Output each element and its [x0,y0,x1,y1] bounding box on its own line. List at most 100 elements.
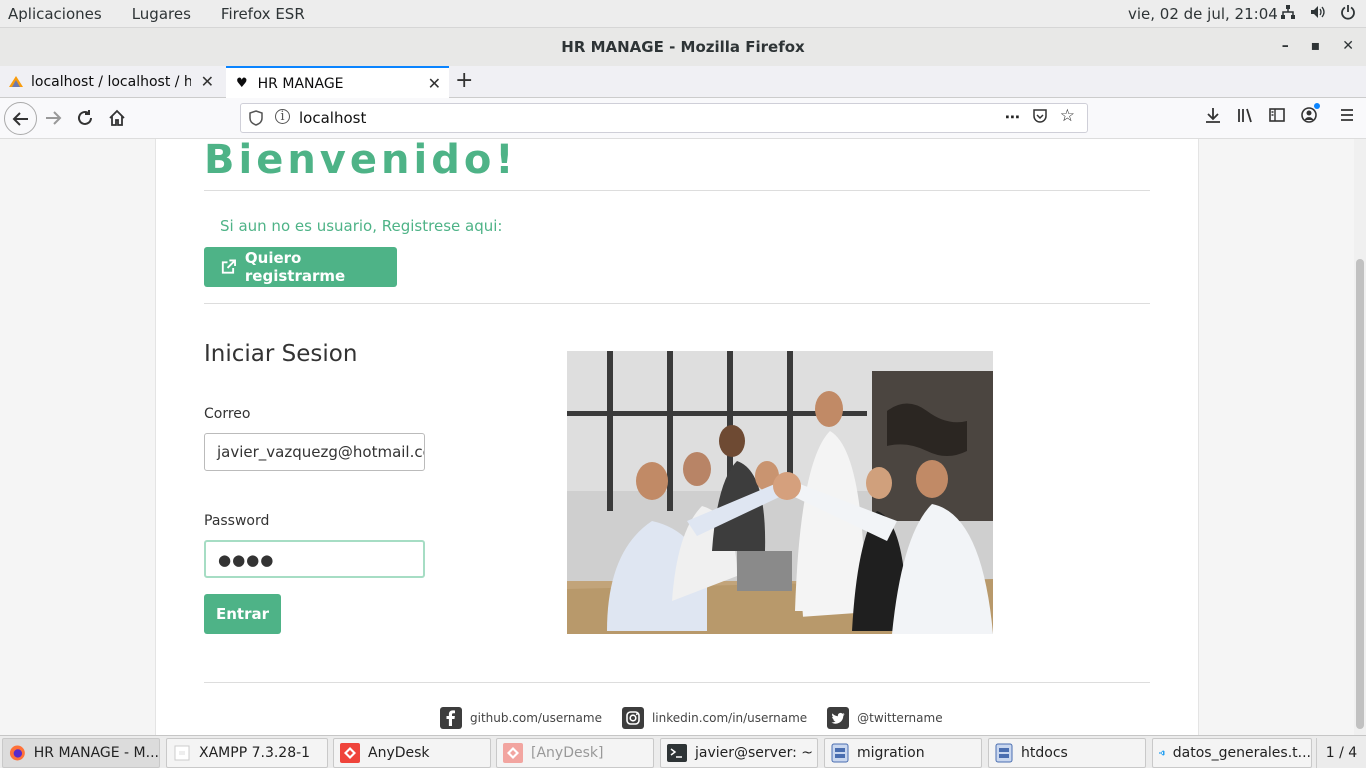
tab-title: HR MANAGE [257,75,344,92]
page-heading: Bienvenido! [204,139,518,183]
taskbar-item-vscode[interactable]: datos_generales.t... [1152,738,1312,768]
page-viewport[interactable]: Bienvenido! Si aun no es usuario, Regist… [0,139,1366,735]
reload-button[interactable] [72,105,98,131]
taskbar-item-label: javier@server: ~ [695,745,813,761]
forward-arrow-icon [46,111,62,125]
back-button[interactable] [4,102,37,135]
divider [204,190,1150,191]
taskbar-item-firefox[interactable]: HR MANAGE - M... [2,738,160,768]
footer-social-links: github.com/username linkedin.com/in/user… [440,707,955,729]
navigation-toolbar: i localhost ⋯ ☆ [0,98,1366,139]
tracking-shield-icon[interactable] [249,110,263,130]
taskbar-item-migration[interactable]: migration [824,738,982,768]
maximize-icon[interactable]: ▪ [1311,38,1321,54]
library-icon[interactable] [1236,106,1254,128]
url-bar[interactable]: i localhost ⋯ ☆ [240,103,1088,133]
close-tab-icon[interactable]: ✕ [428,74,441,93]
email-label: Correo [204,406,251,422]
register-prompt: Si aun no es usuario, Registrese aqui: [220,217,503,235]
external-link-icon [221,259,236,274]
hamburger-menu-icon[interactable] [1338,106,1356,128]
taskbar-item-label: HR MANAGE - M... [33,745,159,761]
linkedin-link[interactable]: linkedin.com/in/username [621,707,808,729]
facebook-icon [440,707,462,729]
twitter-link[interactable]: @twittername [827,707,943,729]
taskbar-item-label: datos_generales.t... [1172,745,1311,761]
taskbar-item-label: migration [857,745,925,761]
firefox-icon [9,745,25,761]
login-submit-button[interactable]: Entrar [204,594,281,634]
instagram-icon [621,707,644,729]
taskbar-item-anydesk[interactable]: AnyDesk [333,738,491,768]
system-tray[interactable] [1280,4,1356,20]
main-card: Bienvenido! Si aun no es usuario, Regist… [155,139,1199,735]
tab-title: localhost / localhost / hrm [31,74,191,90]
github-link[interactable]: github.com/username [440,707,602,729]
taskbar-item-htdocs[interactable]: htdocs [988,738,1146,768]
forward-button[interactable] [40,105,66,131]
tab-strip: localhost / localhost / hrm ✕ ♥ HR MANAG… [0,66,1366,99]
places-menu[interactable]: Lugares [124,5,199,23]
window-titlebar[interactable]: HR MANAGE - Mozilla Firefox – ▪ ✕ [0,28,1366,66]
sidebar-icon[interactable] [1268,106,1286,128]
password-label: Password [204,513,270,529]
team-photo [567,351,993,634]
register-button[interactable]: Quiero registrarme [204,247,397,287]
home-button[interactable] [104,105,130,131]
anydesk-icon [503,743,523,763]
twitter-link-text: @twittername [857,711,943,725]
window-title: HR MANAGE - Mozilla Firefox [561,38,805,56]
pocket-icon[interactable] [1032,108,1048,128]
xampp-window-icon [174,745,190,761]
taskbar-item-label: AnyDesk [368,745,430,761]
gnome-top-bar: Aplicaciones Lugares Firefox ESR vie, 02… [0,0,1366,28]
site-info-icon[interactable]: i [275,109,290,124]
minimize-icon[interactable]: – [1282,38,1289,54]
reload-icon [78,110,92,125]
taskbar-item-label: htdocs [1021,745,1068,761]
taskbar-item-label: XAMPP 7.3.28-1 [199,745,311,761]
login-title: Iniciar Sesion [204,341,358,367]
clock[interactable]: vie, 02 de jul, 21:04 [1128,5,1278,23]
volume-icon[interactable] [1310,4,1326,20]
taskbar-item-anydesk-minimized[interactable]: [AnyDesk] [496,738,654,768]
url-text[interactable]: localhost [299,109,366,127]
password-field[interactable]: ●●●● [204,540,425,578]
bookmark-star-icon[interactable]: ☆ [1060,106,1075,128]
firefox-app-menu[interactable]: Firefox ESR [213,5,313,23]
tab-phpmyadmin[interactable]: localhost / localhost / hrm ✕ [0,66,222,98]
register-button-label: Quiero registrarme [244,249,346,285]
file-manager-icon [831,743,849,763]
vscode-icon [1159,750,1165,756]
window-list-taskbar: HR MANAGE - M... XAMPP 7.3.28-1 AnyDesk … [0,735,1366,768]
close-window-icon[interactable]: ✕ [1342,38,1354,54]
email-field[interactable]: javier_vazquezg@hotmail.com [204,433,425,471]
phpmyadmin-icon [8,74,24,90]
downloads-icon[interactable] [1204,106,1222,128]
linkedin-link-text: linkedin.com/in/username [651,711,808,725]
taskbar-item-label: [AnyDesk] [531,745,604,761]
back-arrow-icon [12,111,28,126]
scrollbar-thumb[interactable] [1356,259,1364,729]
new-tab-icon[interactable]: + [455,68,473,93]
close-tab-icon[interactable]: ✕ [201,72,214,91]
file-manager-icon [995,743,1013,763]
taskbar-item-xampp[interactable]: XAMPP 7.3.28-1 [166,738,328,768]
anydesk-icon [340,743,360,763]
power-icon[interactable] [1340,4,1356,20]
account-icon[interactable] [1300,103,1320,128]
tab-hr-manage[interactable]: ♥ HR MANAGE ✕ [226,66,449,99]
twitter-icon [827,707,850,729]
home-icon [109,109,125,126]
workspace-pager[interactable]: 1 / 4 [1316,738,1366,768]
taskbar-item-terminal[interactable]: javier@server: ~ [660,738,818,768]
network-icon[interactable] [1280,4,1296,20]
heart-icon: ♥ [236,76,248,91]
divider [204,682,1150,683]
github-link-text: github.com/username [470,711,602,725]
page-actions-icon[interactable]: ⋯ [1005,108,1020,128]
applications-menu[interactable]: Aplicaciones [0,5,110,23]
terminal-icon [667,744,687,762]
page-scrollbar[interactable] [1354,139,1366,735]
divider [204,303,1150,304]
